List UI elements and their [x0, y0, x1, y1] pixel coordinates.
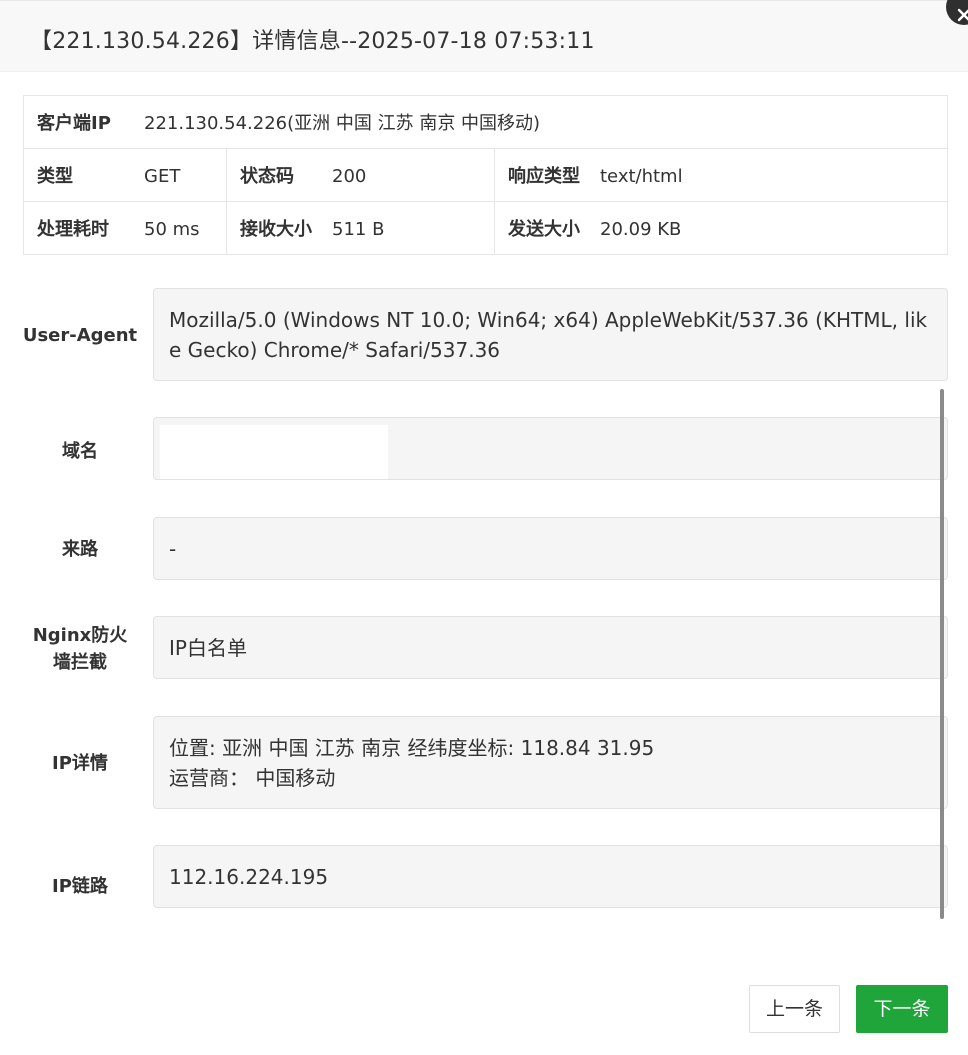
- domain-label: 域名: [62, 441, 98, 462]
- ip-detail-line-1: 位置: 亚洲 中国 江苏 南京 经纬度坐标: 118.84 31.95: [169, 736, 655, 760]
- nginx-firewall-label-line-1: Nginx防火: [32, 625, 128, 646]
- summary-row-2: 处理耗时 50 ms 接收大小 511 B 发送大小 20.09 KB: [23, 201, 948, 255]
- summary-row-client-ip: 客户端IP 221.130.54.226(亚洲 中国 江苏 南京 中国移动): [23, 95, 948, 149]
- type-value: GET: [144, 166, 181, 187]
- status-label: 状态码: [240, 166, 294, 187]
- referer-label: 来路: [62, 539, 98, 560]
- detail-dialog: 【221.130.54.226】详情信息--2025-07-18 07:53:1…: [0, 0, 968, 1055]
- received-label: 接收大小: [240, 219, 312, 240]
- client-ip-label: 客户端IP: [37, 113, 111, 134]
- sent-label: 发送大小: [508, 219, 580, 240]
- user-agent-field[interactable]: Mozilla/5.0 (Windows NT 10.0; Win64; x64…: [153, 288, 948, 381]
- duration-cell: 处理耗时 50 ms: [23, 201, 227, 255]
- status-cell: 状态码 200: [226, 148, 495, 202]
- user-agent-line-2: e Gecko) Chrome/* Safari/537.36: [169, 338, 501, 362]
- referer-field[interactable]: -: [153, 517, 948, 580]
- user-agent-line-1: Mozilla/5.0 (Windows NT 10.0; Win64; x64…: [169, 308, 928, 332]
- vertical-scrollbar[interactable]: [940, 389, 944, 919]
- redacted-area: [160, 425, 388, 479]
- summary-row-1: 类型 GET 状态码 200 响应类型 text/html: [23, 148, 948, 202]
- nginx-firewall-field[interactable]: IP白名单: [153, 616, 948, 679]
- user-agent-label: User-Agent: [22, 325, 138, 346]
- close-icon: [957, 8, 968, 22]
- prev-button[interactable]: 上一条: [749, 985, 840, 1033]
- content-type-label: 响应类型: [508, 166, 580, 187]
- ip-detail-label: IP详情: [52, 753, 108, 774]
- received-value: 511 B: [332, 219, 385, 240]
- summary-table: 客户端IP 221.130.54.226(亚洲 中国 江苏 南京 中国移动) 类型…: [23, 95, 948, 255]
- status-value: 200: [332, 166, 367, 187]
- dialog-title: 【221.130.54.226】详情信息--2025-07-18 07:53:1…: [30, 29, 595, 54]
- dialog-title-bar: 【221.130.54.226】详情信息--2025-07-18 07:53:1…: [0, 1, 968, 72]
- referer-value: -: [169, 537, 177, 561]
- type-cell: 类型 GET: [23, 148, 227, 202]
- content-type-cell: 响应类型 text/html: [494, 148, 948, 202]
- ip-chain-value: 112.16.224.195: [169, 865, 329, 889]
- ip-detail-line-2: 运营商： 中国移动: [169, 766, 336, 790]
- duration-value: 50 ms: [144, 219, 200, 240]
- nginx-firewall-value: IP白名单: [169, 636, 247, 660]
- sent-value: 20.09 KB: [600, 219, 682, 240]
- nginx-firewall-label-line-2: 墙拦截: [53, 652, 107, 673]
- sent-cell: 发送大小 20.09 KB: [494, 201, 948, 255]
- ip-chain-label: IP链路: [52, 876, 108, 897]
- content-type-value: text/html: [600, 166, 683, 187]
- ip-detail-field[interactable]: 位置: 亚洲 中国 江苏 南京 经纬度坐标: 118.84 31.95 运营商：…: [153, 716, 948, 809]
- type-label: 类型: [37, 166, 73, 187]
- ip-chain-field[interactable]: 112.16.224.195: [153, 845, 948, 908]
- duration-label: 处理耗时: [37, 219, 109, 240]
- received-cell: 接收大小 511 B: [226, 201, 495, 255]
- client-ip-value: 221.130.54.226(亚洲 中国 江苏 南京 中国移动): [144, 113, 541, 134]
- nginx-firewall-label: Nginx防火 墙拦截: [20, 622, 140, 676]
- client-ip-cell: 客户端IP 221.130.54.226(亚洲 中国 江苏 南京 中国移动): [23, 95, 948, 149]
- next-button[interactable]: 下一条: [856, 985, 948, 1033]
